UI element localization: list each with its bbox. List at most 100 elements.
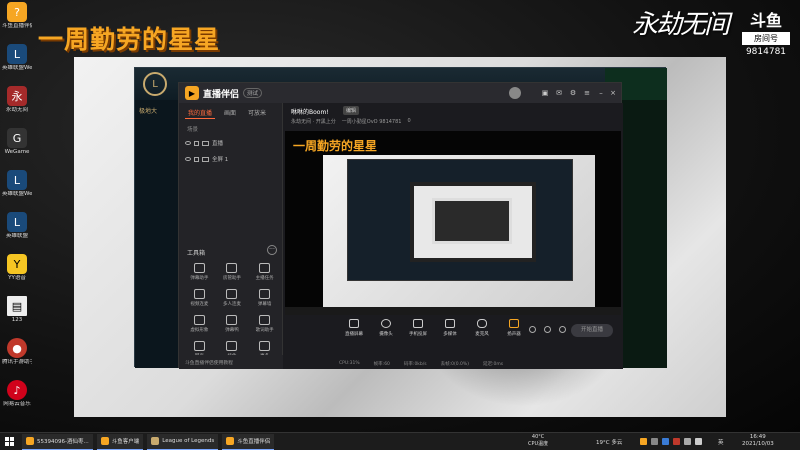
network-icon[interactable] xyxy=(684,438,691,445)
start-button[interactable] xyxy=(0,433,18,450)
streaming-companion-window[interactable]: ▶ 直播伴侣 测试 ▣ ✉ ⚙ ≡ – × 我的直播 画面 可放米 场景 直播 xyxy=(178,82,623,369)
tab-screen[interactable]: 画面 xyxy=(221,107,239,119)
start-live-button[interactable]: 开始直播 xyxy=(571,324,613,337)
desktop-icon[interactable]: L 英雄联盟 xyxy=(2,212,32,240)
taskbar-app[interactable]: League of Legends xyxy=(147,433,219,450)
desktop-icon-label: 斗鱼直播伴侣 xyxy=(2,23,32,29)
desktop-icon[interactable]: ▤ 123 xyxy=(2,296,32,324)
media-button[interactable]: 多媒体 xyxy=(439,319,461,337)
speaker-button[interactable]: 扬声器 xyxy=(503,319,525,337)
naraka-app-icon: 永 xyxy=(7,86,27,106)
desktop-icon[interactable]: L英雄联盟WeGame版 xyxy=(2,170,32,198)
settings-icon[interactable] xyxy=(559,326,566,333)
close-icon[interactable]: × xyxy=(609,89,617,97)
room-number: 9814781 xyxy=(745,47,787,57)
lol-logo-icon[interactable]: L xyxy=(143,72,167,96)
tray-icon[interactable] xyxy=(673,438,680,445)
microphone-button[interactable]: 麦克风 xyxy=(471,319,493,337)
tool-item[interactable]: 弹幕鸭 xyxy=(216,315,249,333)
eye-icon[interactable] xyxy=(185,157,191,161)
lol-nav: 极地大 xyxy=(135,100,183,368)
lol-nav-item[interactable]: 极地大 xyxy=(135,100,183,121)
douyu-brand: 斗鱼 xyxy=(749,11,782,30)
category-label[interactable]: 永劫无间 · 开黑上分 xyxy=(291,118,336,125)
clock[interactable]: 16:49 2021/10/03 xyxy=(742,434,774,448)
taskbar-app[interactable]: 55394096-酒仙枣... xyxy=(22,433,93,450)
tool-item[interactable]: 弹幕助手 xyxy=(183,263,216,281)
cpu-temp-label: CPU温度 xyxy=(528,441,549,447)
camera-button[interactable]: 摄像头 xyxy=(375,319,397,337)
tool-icon xyxy=(259,263,271,273)
gift-icon[interactable]: ▣ xyxy=(541,89,549,97)
game-logo: 永劫无间 xyxy=(632,10,730,40)
tool-item[interactable]: 房管助手 xyxy=(216,263,249,281)
control-label: 扬声器 xyxy=(507,332,521,337)
source-item[interactable]: 全屏 1 xyxy=(179,151,282,167)
record-icon[interactable] xyxy=(529,326,536,333)
menu-icon[interactable]: ≡ xyxy=(583,89,591,97)
stream-banner-title: 一周勤劳的星星 xyxy=(38,25,221,54)
user-avatar[interactable] xyxy=(509,87,521,99)
tencent-assistant-icon: ● xyxy=(7,338,27,358)
minimize-icon[interactable]: – xyxy=(597,89,605,97)
desktop-icon[interactable]: ● 腾讯手游助手 xyxy=(2,338,32,366)
taskbar-app[interactable]: 斗鱼直播伴侣 xyxy=(222,433,275,450)
tab-extra[interactable]: 可放米 xyxy=(245,107,269,119)
tool-icon xyxy=(259,315,271,325)
stat-item: 延迟:0ms xyxy=(482,362,504,367)
desktop-icon[interactable]: Y YY语音 xyxy=(2,254,32,282)
taskbar-app[interactable]: 斗鱼客户端 xyxy=(96,433,144,450)
desktop-icon-label: WeGame xyxy=(4,149,30,155)
tool-item[interactable]: 歌词助手 xyxy=(248,315,281,333)
eye-icon[interactable] xyxy=(185,141,191,145)
lock-icon[interactable] xyxy=(194,140,199,146)
tab-my-live[interactable]: 我的直播 xyxy=(185,107,216,119)
tool-item[interactable]: 多人连麦 xyxy=(216,289,249,307)
tray-icon[interactable] xyxy=(651,438,658,445)
cpu-temp-value: 40°C xyxy=(531,434,545,440)
eye-icon[interactable] xyxy=(544,326,551,333)
desktop-icon[interactable]: G WeGame xyxy=(2,128,32,156)
edit-button[interactable]: 编辑 xyxy=(343,106,360,115)
taskbar-app-label: 斗鱼客户端 xyxy=(111,439,140,445)
desktop-icon[interactable]: ♪ 网易云音乐 xyxy=(2,380,32,408)
app-sidebar: 我的直播 画面 可放米 场景 直播 全屏 1 工具箱 ··· 弹幕助手 房管助手… xyxy=(179,103,283,369)
source-item[interactable]: 直播 xyxy=(179,135,282,151)
phone-icon xyxy=(413,319,423,328)
tray-icon[interactable] xyxy=(640,438,647,445)
lock-icon[interactable] xyxy=(194,156,199,162)
tool-label: 弹幕鸭 xyxy=(225,328,239,333)
tray-icon[interactable] xyxy=(662,438,669,445)
tool-item[interactable]: 弹幕墙 xyxy=(248,289,281,307)
tutorial-link[interactable]: 斗鱼直播伴侣使用教程 xyxy=(179,355,283,369)
desktop-icon[interactable]: 永永劫无间 xyxy=(2,86,32,114)
desktop-icon[interactable]: ? 斗鱼直播伴侣 xyxy=(2,2,32,30)
tool-item[interactable]: 虚拟形象 xyxy=(183,315,216,333)
app-main: 咻咻的Boom! 编辑 永劫无间 · 开黑上分 一周小勤星OvO 9814781… xyxy=(283,103,623,369)
control-label: 麦克风 xyxy=(475,332,489,337)
stream-preview[interactable]: 一周勤劳的星星 xyxy=(285,131,621,315)
room-info: 永劫无间 · 开黑上分 一周小勤星OvO 9814781 0 xyxy=(291,118,411,125)
settings-icon[interactable]: ⚙ xyxy=(569,89,577,97)
screen-capture-button[interactable]: 直播屏幕 xyxy=(343,319,365,337)
volume-icon[interactable] xyxy=(695,438,702,445)
tool-icon xyxy=(226,315,238,325)
mail-icon[interactable]: ✉ xyxy=(555,89,563,97)
file-icon: ▤ xyxy=(7,296,27,316)
ime-indicator[interactable]: 英 xyxy=(718,438,724,446)
phone-cast-button[interactable]: 手机投屏 xyxy=(407,319,429,337)
more-icon[interactable]: ··· xyxy=(267,245,277,255)
source-label: 全屏 1 xyxy=(212,157,229,163)
speaker-icon xyxy=(509,319,519,328)
cpu-temp-widget[interactable]: 40°C CPU温度 xyxy=(528,434,548,448)
tool-item[interactable]: 主播任务 xyxy=(248,263,281,281)
netease-music-icon: ♪ xyxy=(7,380,27,400)
desktop-icon[interactable]: L英雄联盟WeGame版 xyxy=(2,44,32,72)
tool-icon xyxy=(226,263,238,273)
system-tray xyxy=(640,438,702,445)
weather-widget[interactable]: 19°C 多云 xyxy=(596,438,622,446)
tool-item[interactable]: 视频连麦 xyxy=(183,289,216,307)
version-badge: 测试 xyxy=(243,88,263,98)
app-icon xyxy=(226,437,235,445)
taskbar-app-label: League of Legends xyxy=(162,438,215,444)
